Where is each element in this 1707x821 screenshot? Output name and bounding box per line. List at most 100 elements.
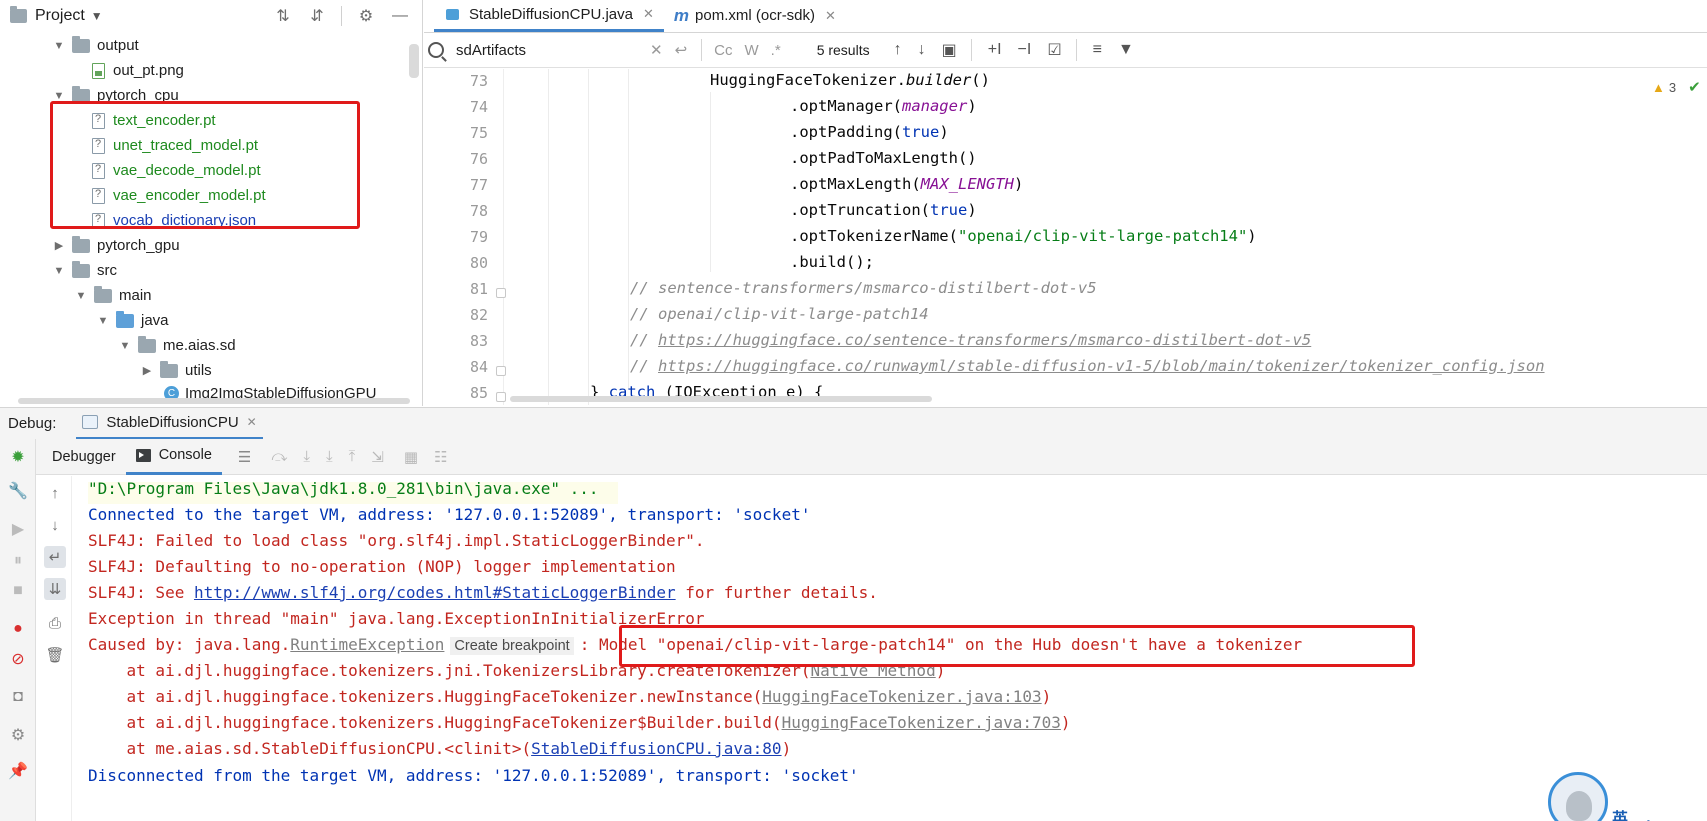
close-icon[interactable]: ✕ xyxy=(247,415,257,429)
console-line: "D:\Program Files\Java\jdk1.8.0_281\bin\… xyxy=(88,479,599,498)
stop-icon[interactable]: ■ xyxy=(8,581,28,601)
chevron-down-icon[interactable]: ▼ xyxy=(52,40,66,52)
step-out-icon[interactable]: ⤒ xyxy=(349,448,356,465)
divider xyxy=(701,39,703,61)
search-history-icon[interactable]: ↩ xyxy=(675,41,688,59)
chevron-down-icon[interactable]: ▼ xyxy=(52,265,66,277)
tree-item-output[interactable]: ▼ output xyxy=(52,33,139,58)
step-over-icon[interactable]: ⤼ xyxy=(271,448,287,465)
tree-item-me-aias-sd[interactable]: ▼ me.aias.sd xyxy=(118,333,236,358)
trace-icon[interactable]: ☷ xyxy=(434,448,447,466)
stack-frame-link[interactable]: StableDiffusionCPU.java:80 xyxy=(531,739,781,758)
hide-panel-icon[interactable]: — xyxy=(390,6,410,26)
camera-icon[interactable]: ◘ xyxy=(8,687,28,707)
console-line: SLF4J: See http://www.slf4j.org/codes.ht… xyxy=(88,583,878,602)
chevron-down-icon[interactable]: ▼ xyxy=(52,90,66,102)
code-url-link[interactable]: https://huggingface.co/runwayml/stable-d… xyxy=(658,357,1545,375)
vertical-scrollbar[interactable] xyxy=(409,44,419,78)
tree-item-src[interactable]: ▼ src xyxy=(52,258,117,283)
code-url-link[interactable]: https://huggingface.co/sentence-transfor… xyxy=(658,331,1311,349)
tree-item-java[interactable]: ▼ java xyxy=(96,308,169,333)
search-input[interactable] xyxy=(456,41,636,59)
filter-options-icon[interactable]: ≡ xyxy=(1093,41,1102,59)
ime-indicator[interactable]: 英 ， xyxy=(1612,805,1666,821)
gear-icon[interactable]: ⚙ xyxy=(356,6,376,26)
chevron-right-icon[interactable]: ▶ xyxy=(140,364,154,377)
project-panel: Project ▼ ⇅ ⇵ ⚙ — ▼ output out_pt.png ▼ … xyxy=(0,0,423,406)
fold-marker-icon[interactable] xyxy=(496,392,506,402)
tab-stable-diffusion-cpu[interactable]: StableDiffusionCPU.java ✕ xyxy=(434,0,664,32)
horizontal-scrollbar[interactable] xyxy=(18,398,410,404)
code-constant: MAX_LENGTH xyxy=(920,175,1014,193)
chevron-right-icon[interactable]: ▶ xyxy=(52,239,66,252)
chevron-down-icon[interactable]: ▼ xyxy=(74,290,88,302)
filter-icon[interactable]: ▼ xyxy=(1118,41,1134,59)
bug-icon[interactable]: ✹ xyxy=(8,447,28,467)
open-in-window-icon[interactable]: ▣ xyxy=(942,40,957,60)
add-occurrence-icon[interactable]: +I xyxy=(988,41,1002,59)
down-arrow-icon[interactable]: ↓ xyxy=(44,514,66,536)
inspection-widget[interactable]: ▲ 3 ✔ xyxy=(1652,78,1701,96)
up-arrow-icon[interactable]: ↑ xyxy=(44,482,66,504)
console-text: Caused by: java.lang. xyxy=(88,635,291,654)
tree-item-pytorch-gpu[interactable]: ▶ pytorch_gpu xyxy=(52,233,180,258)
select-all-occurrences-icon[interactable]: ☑ xyxy=(1047,40,1061,60)
slf4j-link[interactable]: http://www.slf4j.org/codes.html#StaticLo… xyxy=(194,583,676,602)
print-icon[interactable]: ⎙ xyxy=(44,612,66,634)
line-number: 76 xyxy=(469,150,488,168)
console-line: SLF4J: Failed to load class "org.slf4j.i… xyxy=(88,531,705,550)
scroll-to-end-icon[interactable]: ⇊ xyxy=(44,578,66,600)
tab-pom-xml[interactable]: m pom.xml (ocr-sdk) ✕ xyxy=(664,0,846,32)
force-step-into-icon[interactable]: ⤓ xyxy=(326,448,333,465)
regex-toggle[interactable]: .* xyxy=(771,42,781,59)
chevron-down-icon[interactable]: ▼ xyxy=(118,340,132,352)
console-text: at ai.djl.huggingface.tokenizers.Hugging… xyxy=(88,687,763,706)
trash-icon[interactable]: 🗑 xyxy=(44,644,66,666)
stack-frame-link[interactable]: HuggingFaceTokenizer.java:103 xyxy=(762,687,1041,706)
whole-words-toggle[interactable]: W xyxy=(745,42,759,59)
stack-frame-link[interactable]: HuggingFaceTokenizer.java:703 xyxy=(782,713,1061,732)
menu-lines-icon[interactable]: ☰ xyxy=(238,448,251,466)
search-icon xyxy=(428,42,444,58)
tab-debug-session[interactable]: StableDiffusionCPU ✕ xyxy=(76,408,263,440)
tree-item-main[interactable]: ▼ main xyxy=(74,283,152,308)
mute-breakpoints-icon[interactable]: ⊘ xyxy=(8,649,28,669)
next-occurrence-icon[interactable]: ↓ xyxy=(918,41,926,59)
view-breakpoints-icon[interactable]: ● xyxy=(8,619,28,639)
code-text: .optTruncation( xyxy=(790,201,930,219)
match-case-toggle[interactable]: Cc xyxy=(714,42,732,59)
horizontal-scrollbar[interactable] xyxy=(510,396,932,402)
settings-gear-icon[interactable]: ⚙ xyxy=(8,725,28,745)
evaluate-expression-icon[interactable]: ▦ xyxy=(404,448,418,466)
pause-icon[interactable]: ⏸ xyxy=(8,551,28,571)
close-icon[interactable]: ✕ xyxy=(643,6,654,22)
fold-marker-icon[interactable] xyxy=(496,288,506,298)
exception-class-link[interactable]: RuntimeException xyxy=(290,635,444,654)
remove-occurrence-icon[interactable]: −I xyxy=(1018,41,1032,59)
code-line-79: .optTokenizerName("openai/clip-vit-large… xyxy=(790,227,1257,245)
wrench-icon[interactable]: 🔧 xyxy=(8,481,28,501)
clear-search-icon[interactable]: ✕ xyxy=(650,41,663,59)
tree-item-out-pt-png[interactable]: out_pt.png xyxy=(92,58,184,83)
chevron-down-icon[interactable]: ▼ xyxy=(91,9,103,23)
step-into-icon[interactable]: ⤓ xyxy=(303,448,310,465)
debug-tab-label: StableDiffusionCPU xyxy=(106,413,239,431)
create-breakpoint-button[interactable]: Create breakpoint xyxy=(450,637,574,655)
run-to-cursor-icon[interactable]: ⇲ xyxy=(371,448,384,466)
resume-icon[interactable]: ▶ xyxy=(8,519,28,539)
tab-console[interactable]: Console xyxy=(125,439,222,475)
console-line: Connected to the target VM, address: '12… xyxy=(88,505,811,524)
chevron-down-icon[interactable]: ▼ xyxy=(96,315,110,327)
pin-icon[interactable]: 📌 xyxy=(8,761,28,781)
soft-wrap-icon[interactable]: ↵ xyxy=(44,546,66,568)
fold-marker-icon[interactable] xyxy=(496,366,506,376)
tree-item-utils[interactable]: ▶ utils xyxy=(140,358,212,383)
close-icon[interactable]: ✕ xyxy=(825,8,836,24)
tab-debugger[interactable]: Debugger xyxy=(42,439,126,475)
assistant-avatar[interactable] xyxy=(1548,772,1608,821)
previous-occurrence-icon[interactable]: ↑ xyxy=(894,41,902,59)
code-text: () xyxy=(971,71,990,89)
tree-item-label: pytorch_gpu xyxy=(97,237,180,254)
collapse-all-icon[interactable]: ⇵ xyxy=(307,6,327,26)
expand-all-icon[interactable]: ⇅ xyxy=(273,6,293,26)
